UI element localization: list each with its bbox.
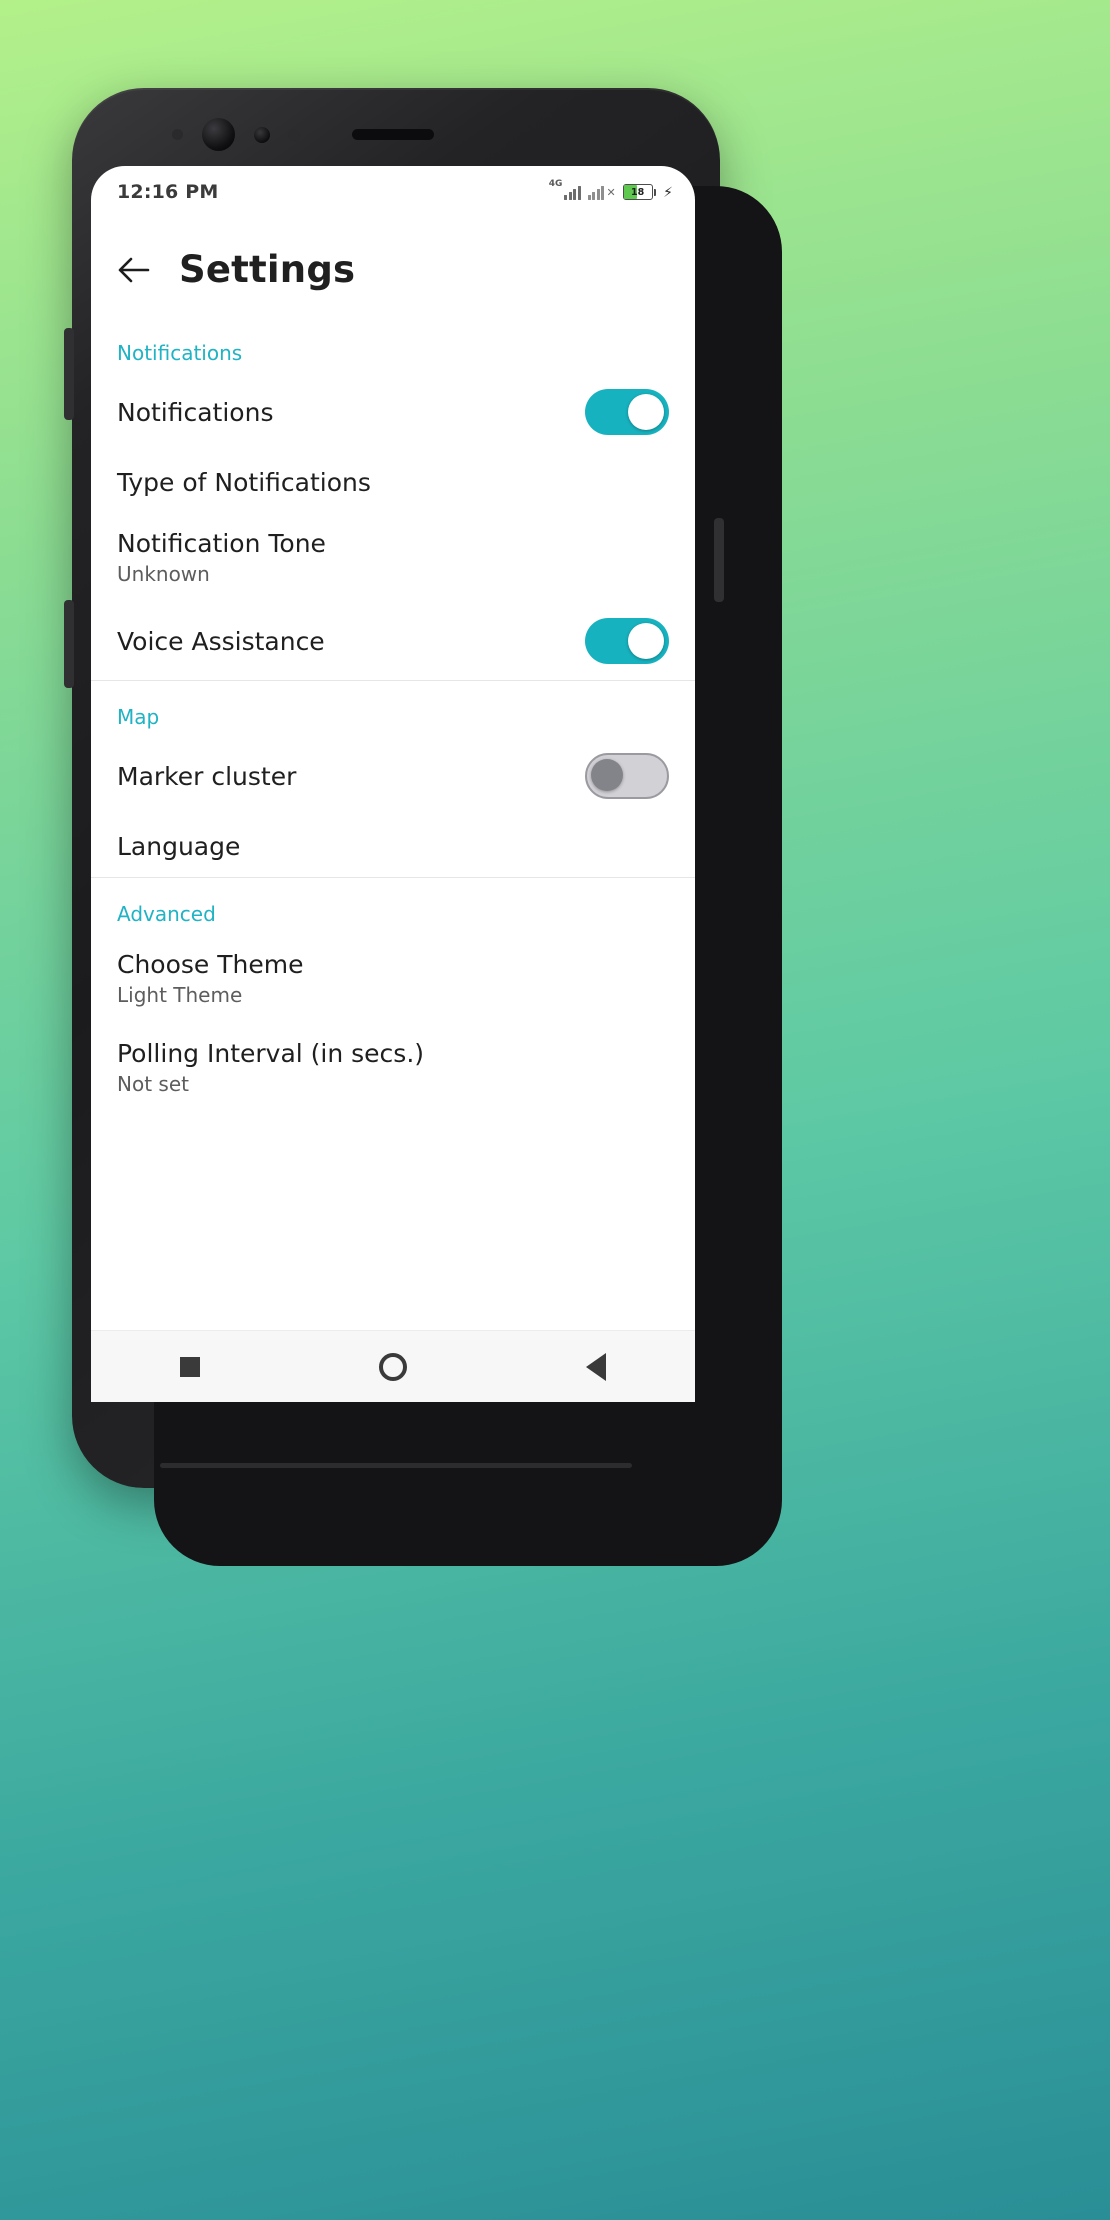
row-sublabel: Not set (117, 1072, 189, 1096)
settings-row[interactable]: Voice Assistance (91, 602, 695, 680)
signal-bars-icon: 4G (549, 179, 581, 200)
status-icons: 4G ✕ 18 ⚡ (549, 179, 673, 201)
toggle-switch[interactable] (585, 618, 669, 664)
settings-section: Advanced Choose Theme Light Theme Polling I… (91, 878, 695, 1112)
row-text: Notifications (117, 398, 273, 427)
status-clock: 12:16 PM (117, 181, 219, 203)
phone-screen: 12:16 PM 4G ✕ 18 ⚡ Settings Notification… (91, 166, 695, 1402)
section-header: Map (117, 705, 160, 729)
volume-down-button[interactable] (64, 600, 74, 688)
settings-row[interactable]: Marker cluster (91, 737, 695, 815)
signal-bars-no-sim-icon: ✕ (587, 184, 616, 200)
row-text: Marker cluster (117, 762, 296, 791)
toggle-knob (591, 759, 623, 791)
front-camera-icon (202, 118, 235, 151)
toggle-knob (628, 394, 664, 430)
settings-section: Notifications Notifications Type of Notifi… (91, 317, 695, 681)
network-type-label: 4G (548, 179, 563, 189)
earpiece-speaker (352, 129, 434, 140)
section-header: Advanced (117, 902, 216, 926)
android-navigation-bar (91, 1330, 695, 1402)
settings-row[interactable]: Type of Notifications (91, 451, 695, 513)
row-text: Polling Interval (in secs.) Not set (117, 1039, 424, 1096)
battery-icon: 18 (622, 184, 657, 200)
power-button[interactable] (714, 518, 724, 602)
triangle-back-icon[interactable] (585, 1352, 606, 1381)
row-text: Voice Assistance (117, 627, 325, 656)
status-bar: 12:16 PM 4G ✕ 18 ⚡ (91, 166, 695, 218)
row-text: Type of Notifications (117, 468, 371, 497)
sensor-icon (172, 129, 183, 140)
row-label: Notification Tone (117, 529, 326, 558)
settings-row[interactable]: Notification Tone Unknown (91, 513, 695, 602)
battery-level-label: 18 (631, 186, 645, 198)
app-bar: Settings (91, 218, 695, 317)
row-label: Marker cluster (117, 761, 297, 791)
bottom-speaker-grille (160, 1463, 632, 1468)
light-sensor-icon (288, 129, 300, 141)
settings-row[interactable]: Choose Theme Light Theme (91, 934, 695, 1023)
row-label: Notifications (117, 397, 274, 427)
toggle-knob (628, 623, 664, 659)
row-label: Language (117, 831, 241, 861)
row-label: Voice Assistance (117, 626, 325, 656)
settings-row[interactable]: Polling Interval (in secs.) Not set (91, 1023, 695, 1112)
settings-section: Map Marker cluster Language (91, 681, 695, 878)
row-text: Choose Theme Light Theme (117, 950, 303, 1007)
row-text: Notification Tone Unknown (117, 529, 326, 586)
section-header: Notifications (117, 341, 243, 365)
row-text: Language (117, 832, 240, 861)
volume-up-button[interactable] (64, 328, 74, 420)
settings-list[interactable]: Notifications Notifications Type of Notifi… (91, 317, 695, 1327)
no-sim-x-icon: ✕ (606, 186, 616, 199)
row-label: Type of Notifications (117, 467, 371, 497)
row-label: Choose Theme (117, 950, 304, 979)
square-recents-icon[interactable] (180, 1356, 201, 1377)
arrow-left-icon[interactable] (117, 255, 151, 285)
lightning-bolt-icon: ⚡ (663, 185, 673, 201)
row-sublabel: Light Theme (117, 983, 243, 1007)
toggle-switch[interactable] (585, 389, 669, 435)
page-title: Settings (179, 248, 356, 291)
row-label: Polling Interval (in secs.) (117, 1039, 425, 1068)
proximity-sensor-icon (254, 127, 270, 143)
toggle-switch[interactable] (585, 753, 669, 799)
circle-home-icon[interactable] (378, 1352, 407, 1381)
settings-row[interactable]: Language (91, 815, 695, 877)
row-sublabel: Unknown (117, 562, 210, 586)
settings-row[interactable]: Notifications (91, 373, 695, 451)
